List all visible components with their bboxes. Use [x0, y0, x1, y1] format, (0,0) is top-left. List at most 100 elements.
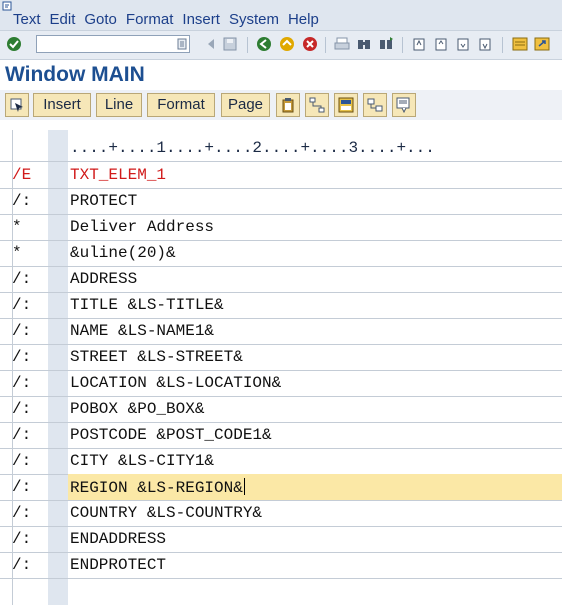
- format-column[interactable]: /:: [12, 192, 31, 210]
- tree-icon: [367, 98, 383, 112]
- line-text[interactable]: NAME &LS-NAME1&: [70, 322, 214, 340]
- last-page-icon[interactable]: [477, 36, 493, 52]
- editor-line[interactable]: /: POBOX &PO_BOX&: [0, 396, 562, 423]
- title-area: Window MAIN: [0, 60, 562, 90]
- document-icon: [396, 97, 410, 113]
- page-button[interactable]: Page: [221, 93, 270, 117]
- format-column[interactable]: /E: [12, 166, 31, 184]
- editor-line[interactable]: /E TXT_ELEM_1: [0, 162, 562, 189]
- editor-line[interactable]: /: LOCATION &LS-LOCATION&: [0, 370, 562, 397]
- cancel-icon[interactable]: [302, 36, 318, 52]
- editor-line[interactable]: /: CITY &LS-CITY1&: [0, 448, 562, 475]
- line-text[interactable]: COUNTRY &LS-COUNTRY&: [70, 504, 262, 522]
- line-text[interactable]: Deliver Address: [70, 218, 214, 236]
- print-icon[interactable]: [334, 36, 350, 52]
- editor-line-current[interactable]: /: REGION &LS-REGION&: [0, 474, 562, 501]
- line-text[interactable]: &uline(20)&: [70, 244, 176, 262]
- menu-bar: Text Edit Goto Format Insert System Help: [0, 0, 562, 31]
- editor-line[interactable]: /: ADDRESS: [0, 266, 562, 293]
- standard-toolbar: [0, 31, 562, 60]
- menu-system[interactable]: System: [229, 11, 279, 29]
- command-field[interactable]: [36, 35, 190, 53]
- back-icon[interactable]: [256, 36, 272, 52]
- tree-button[interactable]: [363, 93, 387, 117]
- format-column[interactable]: /:: [12, 322, 31, 340]
- ruler: ....+....1....+....2....+....3....+...: [70, 139, 435, 157]
- save-icon[interactable]: [222, 36, 238, 52]
- format-column[interactable]: /:: [12, 296, 31, 314]
- insert-button[interactable]: Insert: [33, 93, 91, 117]
- first-page-icon[interactable]: [411, 36, 427, 52]
- select-icon: [10, 98, 23, 112]
- enter-icon[interactable]: [6, 36, 22, 52]
- format-column[interactable]: /:: [12, 426, 31, 444]
- line-text[interactable]: PROTECT: [70, 192, 137, 210]
- line-text[interactable]: STREET &LS-STREET&: [70, 348, 243, 366]
- menu-text[interactable]: Text: [13, 11, 41, 29]
- editor-line[interactable]: /: PROTECT: [0, 188, 562, 215]
- toolbar-separator: [502, 37, 503, 53]
- editor-line[interactable]: /: ENDADDRESS: [0, 526, 562, 553]
- line-text[interactable]: ADDRESS: [70, 270, 137, 288]
- toolbar-separator: [325, 37, 326, 53]
- editor-line[interactable]: /: TITLE &LS-TITLE&: [0, 292, 562, 319]
- line-text[interactable]: POSTCODE &POST_CODE1&: [70, 426, 272, 444]
- format-column[interactable]: /:: [12, 374, 31, 392]
- menu-goto[interactable]: Goto: [84, 11, 117, 29]
- shortcut-icon[interactable]: [534, 36, 550, 52]
- editor-line[interactable]: /: COUNTRY &LS-COUNTRY&: [0, 500, 562, 527]
- document-button[interactable]: [392, 93, 416, 117]
- format-column[interactable]: /:: [12, 530, 31, 548]
- editor-line[interactable]: * &uline(20)&: [0, 240, 562, 267]
- format-column[interactable]: *: [12, 218, 22, 236]
- menu-format[interactable]: Format: [126, 11, 174, 29]
- split-button[interactable]: [305, 93, 329, 117]
- clipboard-button[interactable]: [276, 93, 300, 117]
- toolbar-separator: [247, 37, 248, 53]
- editor-line-empty[interactable]: [0, 578, 562, 604]
- back-arrow-icon[interactable]: [203, 36, 219, 52]
- menu-help[interactable]: Help: [288, 11, 319, 29]
- format-column[interactable]: /:: [12, 478, 31, 496]
- format-button[interactable]: Format: [147, 93, 215, 117]
- page-title: Window MAIN: [5, 63, 145, 86]
- format-column[interactable]: /:: [12, 452, 31, 470]
- line-text[interactable]: CITY &LS-CITY1&: [70, 452, 214, 470]
- line-text[interactable]: POBOX &PO_BOX&: [70, 400, 204, 418]
- line-text[interactable]: LOCATION &LS-LOCATION&: [70, 374, 281, 392]
- editor-line[interactable]: /: NAME &LS-NAME1&: [0, 318, 562, 345]
- application-toolbar: Insert Line Format Page: [0, 90, 562, 120]
- format-column[interactable]: /:: [12, 556, 31, 574]
- line-text[interactable]: TXT_ELEM_1: [70, 166, 166, 184]
- format-column[interactable]: /:: [12, 270, 31, 288]
- next-page-icon[interactable]: [455, 36, 471, 52]
- line-text-wrap[interactable]: REGION &LS-REGION&: [70, 478, 245, 497]
- editor-line[interactable]: /: ENDPROTECT: [0, 552, 562, 579]
- editor-line[interactable]: /: POSTCODE &POST_CODE1&: [0, 422, 562, 449]
- format-column[interactable]: /:: [12, 400, 31, 418]
- system-menu-icon[interactable]: [2, 1, 14, 11]
- menu-insert[interactable]: Insert: [182, 11, 220, 29]
- history-dropdown-icon[interactable]: [177, 38, 187, 50]
- line-text[interactable]: TITLE &LS-TITLE&: [70, 296, 224, 314]
- format-column[interactable]: /:: [12, 504, 31, 522]
- menu-edit[interactable]: Edit: [50, 11, 76, 29]
- format-column[interactable]: /:: [12, 348, 31, 366]
- line-text[interactable]: ENDPROTECT: [70, 556, 166, 574]
- split-icon: [309, 97, 325, 113]
- find-next-icon[interactable]: [378, 36, 394, 52]
- previous-page-icon[interactable]: [433, 36, 449, 52]
- clipboard-icon: [282, 98, 294, 113]
- editor-line[interactable]: /: STREET &LS-STREET&: [0, 344, 562, 371]
- exit-icon[interactable]: [279, 36, 295, 52]
- create-session-icon[interactable]: [512, 36, 528, 52]
- find-icon[interactable]: [356, 36, 372, 52]
- format-column[interactable]: *: [12, 244, 22, 262]
- editor-line[interactable]: * Deliver Address: [0, 214, 562, 241]
- select-button[interactable]: [5, 93, 29, 117]
- layout-button[interactable]: [334, 93, 358, 117]
- line-text[interactable]: REGION &LS-REGION&: [70, 479, 243, 497]
- line-text[interactable]: ENDADDRESS: [70, 530, 166, 548]
- text-editor[interactable]: ....+....1....+....2....+....3....+... /…: [0, 130, 562, 605]
- line-button[interactable]: Line: [96, 93, 142, 117]
